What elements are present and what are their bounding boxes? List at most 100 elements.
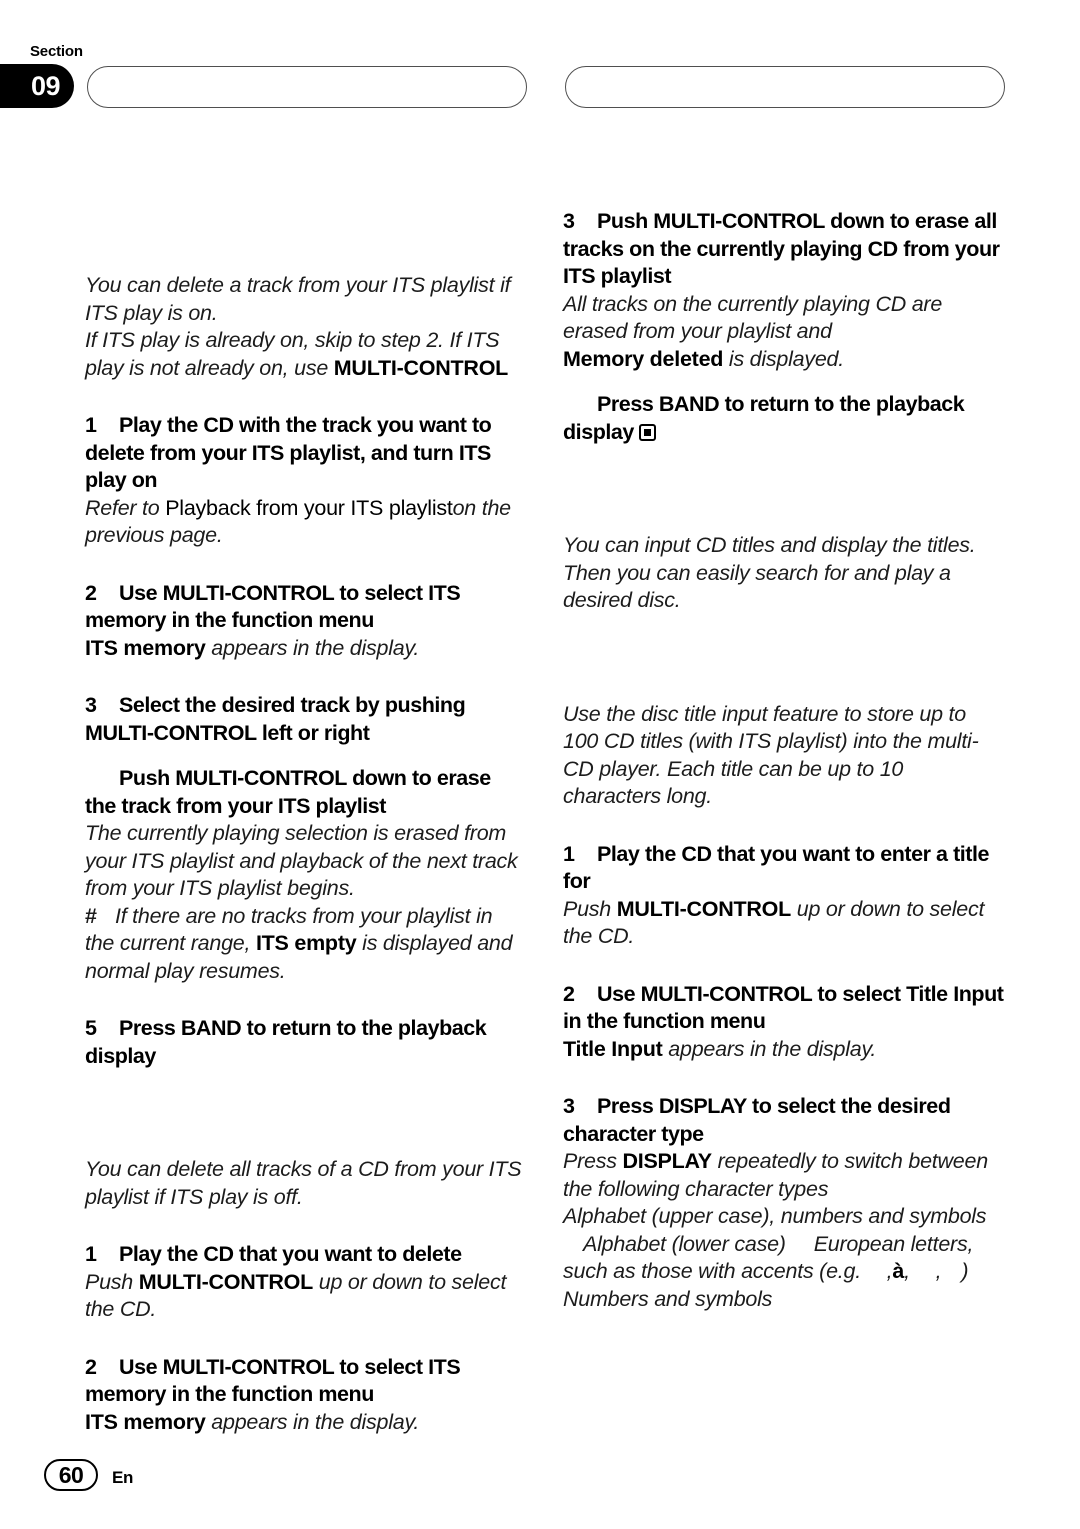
hash-bullet-marker: #: [85, 903, 97, 928]
section-4-step-2-note: Title Input appears in the display.: [563, 1036, 1004, 1064]
accent-example-a-grave: à: [892, 1259, 905, 1283]
section-2-step-1-number: 1: [85, 1242, 97, 1266]
memory-deleted-keyword: Memory deleted: [563, 346, 724, 371]
manual-page: Section 09 You can delete a track from y…: [0, 0, 1080, 1529]
right-step-4-heading: Press BAND to return to the playback dis…: [563, 391, 1004, 446]
step-3-label: Select the desired track by pushing MULT…: [85, 693, 466, 745]
right-step-3-note-2: Memory deleted is displayed.: [563, 346, 1004, 374]
section-label: Section: [30, 43, 83, 60]
section-4-step-2-heading: 2 Use MULTI-CONTROL to select Title Input…: [563, 981, 1004, 1036]
character-type-2-close-paren: ): [961, 1259, 969, 1283]
section-2-step-1-note: Push MULTI-CONTROL up or down to select …: [85, 1269, 526, 1324]
step-1-note-prefix: Refer to: [85, 495, 166, 520]
character-type-2-lowercase: Alphabet (lower case): [583, 1231, 786, 1256]
right-step-3-number: 3: [563, 209, 575, 233]
page-number-badge: 60: [44, 1459, 98, 1491]
end-of-section-marker-icon: [638, 423, 656, 441]
section-2-step-2-note-rest: appears in the display.: [205, 1409, 420, 1434]
section-4-step-1-heading: 1 Play the CD that you want to enter a ti…: [563, 841, 1004, 896]
right-step-4-label: Press BAND to return to the playback dis…: [563, 392, 965, 444]
language-code: En: [112, 1468, 134, 1487]
character-type-2: Alphabet (lower case) European letters, s…: [563, 1231, 1004, 1286]
step-1-number: 1: [85, 413, 97, 437]
section-2-step-1-heading: 1 Play the CD that you want to delete: [85, 1241, 526, 1269]
section-4-step-1-number: 1: [563, 841, 575, 866]
step-4-heading: Push MULTI-CONTROL down to erase the tra…: [85, 765, 526, 820]
section-4-step-1-note: Push MULTI-CONTROL up or down to select …: [563, 896, 1004, 951]
step-2-heading: 2 Use MULTI-CONTROL to select ITS memory …: [85, 580, 526, 635]
multi-control-keyword: MULTI-CONTROL: [333, 355, 509, 380]
page-footer: 60 En: [0, 1439, 1080, 1529]
section-3-intro: You can input CD titles and display the …: [563, 533, 976, 612]
step-1-heading: 1 Play the CD with the track you want to …: [85, 412, 526, 495]
step-5-label: Press BAND to return to the playback dis…: [85, 1016, 487, 1068]
section-4-step-3-heading: 3 Press DISPLAY to select the desired cha…: [563, 1093, 1004, 1148]
multi-control-keyword: MULTI-CONTROL: [616, 896, 792, 921]
step-2-note-rest: appears in the display.: [205, 635, 420, 660]
step-1-note: Refer to Playback from your ITS playlist…: [85, 495, 526, 550]
section-2-step-2-note: ITS memory appears in the display.: [85, 1409, 526, 1437]
section-2-intro: You can delete all tracks of a CD from y…: [85, 1157, 522, 1209]
right-column: 3 Push MULTI-CONTROL down to erase all tr…: [563, 208, 1004, 1313]
step-3-heading: 3 Select the desired track by pushing MUL…: [85, 692, 526, 747]
title-input-keyword: Title Input: [563, 1036, 663, 1061]
display-keyword: DISPLAY: [622, 1149, 712, 1173]
its-memory-keyword: ITS memory: [85, 1409, 206, 1434]
step-4-note: The currently playing selection is erase…: [85, 821, 518, 900]
its-empty-keyword: ITS empty: [255, 931, 357, 955]
header-title-box-right: [565, 66, 1005, 108]
right-step-3-label: Push MULTI-CONTROL down to erase all tra…: [563, 209, 1000, 288]
step-4-label: Push MULTI-CONTROL down to erase the tra…: [85, 766, 491, 818]
section-4-step-3-label: Press DISPLAY to select the desired char…: [563, 1094, 951, 1146]
step-5-heading: 5 Press BAND to return to the playback di…: [85, 1015, 526, 1070]
section-number-badge: 09: [0, 64, 74, 108]
page-header: Section 09: [0, 0, 1080, 150]
section-2-step-2-label: Use MULTI-CONTROL to select ITS memory i…: [85, 1354, 461, 1407]
header-title-box-left: [87, 66, 527, 108]
right-step-3-note-2-rest: is displayed.: [723, 346, 844, 371]
character-type-1: Alphabet (upper case), numbers and symbo…: [563, 1204, 987, 1228]
section-4-step-2-note-rest: appears in the display.: [662, 1036, 877, 1061]
section-4-step-1-label: Play the CD that you want to enter a tit…: [563, 841, 990, 894]
multi-control-keyword: MULTI-CONTROL: [138, 1269, 314, 1294]
section-4-step-3-note: Press DISPLAY repeatedly to switch betwe…: [563, 1148, 1004, 1203]
section-2-step-2-heading: 2 Use MULTI-CONTROL to select ITS memory …: [85, 1354, 526, 1409]
intro-paragraph-1: You can delete a track from your ITS pla…: [85, 273, 511, 325]
push-prefix: Push: [563, 896, 617, 921]
left-column: You can delete a track from your ITS pla…: [85, 272, 526, 1436]
its-memory-keyword: ITS memory: [85, 635, 206, 660]
right-step-3-note-1: All tracks on the currently playing CD a…: [563, 291, 943, 344]
press-prefix: Press: [563, 1149, 623, 1173]
section-4-step-2-label: Use MULTI-CONTROL to select Title Input …: [563, 981, 1004, 1034]
step-2-number: 2: [85, 580, 97, 605]
step-4-bullet: # If there are no tracks from your playli…: [85, 903, 526, 986]
step-1-note-reference: Playback from your ITS playlist: [165, 495, 453, 520]
push-prefix: Push: [85, 1269, 139, 1294]
section-4-intro: Use the disc title input feature to stor…: [563, 701, 979, 809]
section-2-step-1-label: Play the CD that you want to delete: [119, 1242, 462, 1266]
character-type-2-comma-2: ,: [904, 1259, 916, 1283]
step-3-number: 3: [85, 693, 97, 717]
character-type-2-comma-3: ,: [935, 1259, 942, 1283]
section-4-step-3-number: 3: [563, 1094, 575, 1118]
section-4-step-2-number: 2: [563, 981, 575, 1006]
intro-paragraph-2: If ITS play is already on, skip to step …: [85, 327, 526, 382]
right-step-3-heading: 3 Push MULTI-CONTROL down to erase all tr…: [563, 208, 1004, 291]
step-5-number: 5: [85, 1016, 97, 1040]
character-type-3: Numbers and symbols: [563, 1286, 773, 1311]
step-2-note: ITS memory appears in the display.: [85, 635, 526, 663]
